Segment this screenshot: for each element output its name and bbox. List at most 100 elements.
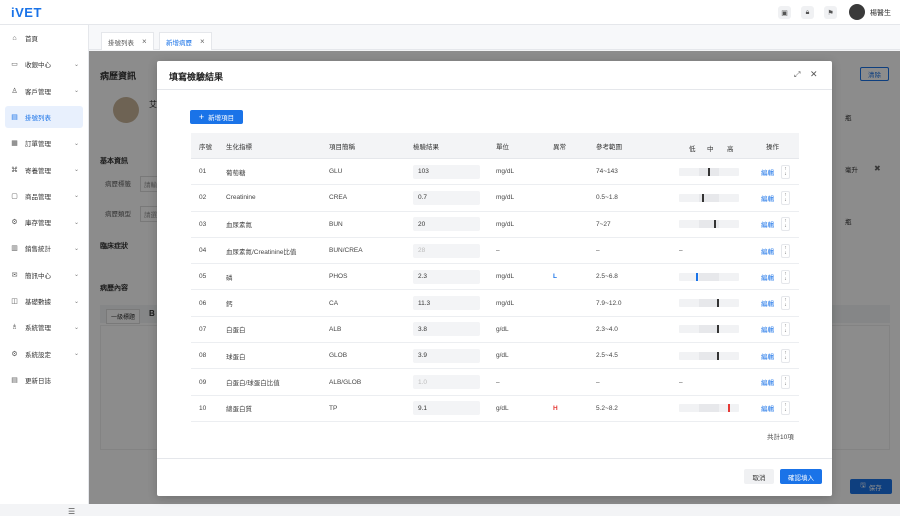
normal-zone xyxy=(699,404,719,413)
move-arrows-icon[interactable]: ↑ ↓ xyxy=(781,296,790,311)
edit-link[interactable]: 編輯 xyxy=(761,317,774,342)
sidebar-item[interactable]: ◫ 基礎數據 ⌄ xyxy=(5,290,83,312)
tab-new-record[interactable]: 新增病歷 × xyxy=(159,32,212,50)
sidebar-item[interactable]: ♙ 客戶管理 ⌄ xyxy=(5,80,83,102)
sort-handle[interactable]: ↑ ↓ xyxy=(781,290,790,315)
move-arrows-icon[interactable]: ↑ ↓ xyxy=(781,217,790,232)
result-input[interactable]: 0.7 xyxy=(413,190,480,205)
edit-link-label[interactable]: 編輯 xyxy=(761,246,774,256)
level-bar xyxy=(679,220,739,229)
close-tab-icon[interactable]: × xyxy=(142,37,147,46)
avatar[interactable] xyxy=(849,4,865,20)
sidebar-item[interactable]: ▭ 收銀中心 ⌄ xyxy=(5,53,83,75)
sidebar: ⌂ 首頁 ▭ 收銀中心 ⌄ ♙ 客戶管理 ⌄ ▤ 掛號列表 ▦ 訂單管理 ⌄ ⌘ 寄養管理 ⌄ ▢ 商品管理 ⌄ ⚙ 庫… xyxy=(0,25,89,516)
edit-link-label[interactable]: 編輯 xyxy=(761,298,774,308)
result-input[interactable]: 20 xyxy=(413,217,480,232)
move-arrows-icon[interactable]: ↑ ↓ xyxy=(781,348,790,363)
abnormal-flag: L xyxy=(553,273,557,281)
sidebar-item-label: 客戶管理 xyxy=(25,88,51,96)
sort-handle[interactable]: ↑ ↓ xyxy=(781,212,790,237)
edit-link-label[interactable]: 編輯 xyxy=(761,272,774,282)
level-bar xyxy=(679,325,739,334)
edit-link-label[interactable]: 編輯 xyxy=(761,403,774,413)
level-marker xyxy=(714,220,716,229)
sidebar-item[interactable]: ▤ 掛號列表 xyxy=(5,105,83,128)
edit-link[interactable]: 編輯 xyxy=(761,185,774,210)
user-icon: ♙ xyxy=(11,87,18,95)
sidebar-item[interactable]: ▢ 商品管理 ⌄ xyxy=(5,185,83,207)
sort-handle[interactable]: ↑ ↓ xyxy=(781,185,790,210)
sort-handle[interactable]: ↑ ↓ xyxy=(781,343,790,368)
user-name[interactable]: 楊醫生 xyxy=(870,8,891,18)
edit-link[interactable]: 編輯 xyxy=(761,396,774,421)
table-row: 07 白蛋白 ALB 3.8 g/dL 2.3~4.0 編輯 ↑ ↓ xyxy=(191,317,799,344)
edit-link-label[interactable]: 編輯 xyxy=(761,324,774,334)
cancel-button[interactable]: 取消 xyxy=(744,469,774,484)
row-abbr: BUN xyxy=(329,220,343,228)
row-unit: g/dL xyxy=(496,325,509,333)
row-ref-range: – xyxy=(596,247,600,255)
move-arrows-icon[interactable]: ↑ ↓ xyxy=(781,164,790,179)
sidebar-item[interactable]: ▥ 銷售統計 ⌄ xyxy=(5,237,83,259)
edit-link-label[interactable]: 編輯 xyxy=(761,219,774,229)
result-input[interactable]: 11.3 xyxy=(413,296,480,311)
sidebar-item[interactable]: ⌘ 寄養管理 ⌄ xyxy=(5,159,83,181)
expand-icon[interactable]: ⤢ xyxy=(794,70,800,80)
sidebar-item[interactable]: ▤ 更新日誌 xyxy=(5,369,83,391)
row-result-cell: 9.1 xyxy=(413,396,480,421)
sort-handle[interactable]: ↑ ↓ xyxy=(781,159,790,184)
lock-icon[interactable]: 🔒︎ xyxy=(801,6,814,19)
result-input[interactable]: 9.1 xyxy=(413,401,480,416)
result-input[interactable]: 3.8 xyxy=(413,322,480,337)
sort-handle[interactable]: ↑ ↓ xyxy=(781,396,790,421)
result-input[interactable]: 2.3 xyxy=(413,269,480,284)
edit-link[interactable]: 編輯 xyxy=(761,343,774,368)
level-bar xyxy=(679,272,739,281)
edit-link-label[interactable]: 編輯 xyxy=(761,167,774,177)
boarding-icon: ⌘ xyxy=(11,166,18,174)
result-input[interactable]: 3.9 xyxy=(413,348,480,363)
move-arrows-icon[interactable]: ↑ ↓ xyxy=(781,401,790,416)
close-tab-icon[interactable]: × xyxy=(200,37,205,46)
confirm-button[interactable]: 確認填入 xyxy=(780,469,822,484)
close-icon[interactable]: ✕ xyxy=(810,69,818,80)
collapse-sidebar-icon[interactable]: ☰ xyxy=(68,507,75,516)
move-arrows-icon[interactable]: ↑ ↓ xyxy=(781,190,790,205)
sort-handle[interactable]: ↑ ↓ xyxy=(781,369,790,394)
sidebar-item[interactable]: ⚙ 系統設定 ⌄ xyxy=(5,343,83,365)
move-arrows-icon[interactable]: ↑ ↓ xyxy=(781,269,790,284)
row-result-cell: 3.8 xyxy=(413,317,480,342)
sidebar-item[interactable]: ▦ 訂單管理 ⌄ xyxy=(5,132,83,154)
tab-registration-list[interactable]: 掛號列表 × xyxy=(101,32,154,50)
row-name: 血尿素氮 xyxy=(226,222,252,230)
edit-link-label[interactable]: 編輯 xyxy=(761,193,774,203)
edit-link[interactable]: 編輯 xyxy=(761,369,774,394)
edit-link[interactable]: 編輯 xyxy=(761,238,774,263)
move-arrows-icon[interactable]: ↑ ↓ xyxy=(781,243,790,258)
sidebar-item[interactable]: ✉ 簡訊中心 ⌄ xyxy=(5,264,83,286)
lab-results-modal: 填寫檢驗結果 ⤢ ✕ + 新增項目 序號 生化指標 項目簡稱 檢驗結果 單位 異… xyxy=(157,61,832,496)
edit-link[interactable]: 編輯 xyxy=(761,264,774,289)
level-marker xyxy=(727,404,730,413)
edit-link[interactable]: 編輯 xyxy=(761,212,774,237)
add-item-button[interactable]: + 新增項目 xyxy=(190,110,243,124)
app-logo[interactable]: iVET xyxy=(11,5,42,20)
edit-link-label[interactable]: 編輯 xyxy=(761,351,774,361)
sort-handle[interactable]: ↑ ↓ xyxy=(781,238,790,263)
edit-link[interactable]: 編輯 xyxy=(761,290,774,315)
move-arrows-icon[interactable]: ↑ ↓ xyxy=(781,322,790,337)
sort-handle[interactable]: ↑ ↓ xyxy=(781,317,790,342)
row-no: 01 xyxy=(199,168,207,176)
sidebar-item[interactable]: ♗ 系統管理 ⌄ xyxy=(5,316,83,338)
edit-link-label[interactable]: 編輯 xyxy=(761,377,774,387)
row-no: 05 xyxy=(199,273,207,281)
image-icon[interactable]: ▣ xyxy=(778,6,791,19)
edit-link[interactable]: 編輯 xyxy=(761,159,774,184)
sidebar-item[interactable]: ⚙ 庫存管理 ⌄ xyxy=(5,211,83,233)
move-arrows-icon[interactable]: ↑ ↓ xyxy=(781,375,790,390)
col-low: 低 xyxy=(689,146,696,153)
flag-icon[interactable]: ⚑ xyxy=(824,6,837,19)
sort-handle[interactable]: ↑ ↓ xyxy=(781,264,790,289)
result-input[interactable]: 103 xyxy=(413,164,480,179)
sidebar-item[interactable]: ⌂ 首頁 xyxy=(5,27,83,49)
